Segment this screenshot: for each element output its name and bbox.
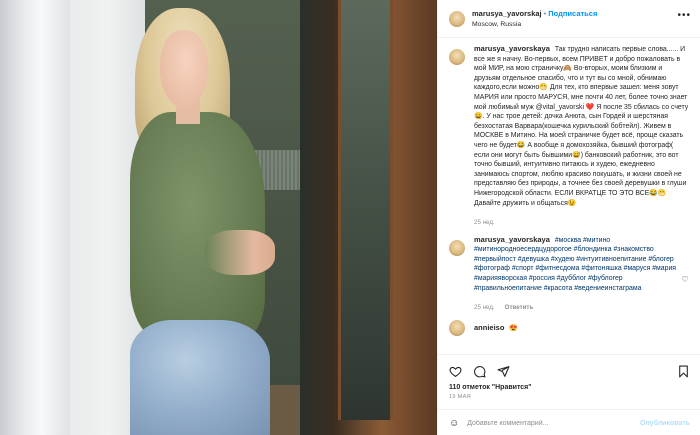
comment-meta: 25 нед. Ответить bbox=[474, 303, 681, 313]
post-date: 19 МАЯ bbox=[449, 394, 472, 400]
comment-text: Так трудно написать первые слова...... И… bbox=[474, 46, 689, 207]
post-photo[interactable] bbox=[0, 0, 437, 435]
photo-jeans bbox=[130, 320, 270, 435]
separator-dot: • bbox=[543, 8, 547, 18]
post-side-panel: marusya_yavorskaj • Подписаться Moscow, Ru… bbox=[437, 0, 700, 435]
hashtag-comment: marusya_yavorskaya #москва #митино #мити… bbox=[438, 235, 700, 313]
smiley-icon[interactable]: ☺ bbox=[449, 418, 459, 429]
comment-icon[interactable] bbox=[473, 365, 486, 378]
post-actions: 110 отметок "Нравится" 19 МАЯ ☺ Опублико… bbox=[438, 354, 700, 435]
post-location[interactable]: Moscow, Russia bbox=[472, 19, 597, 30]
like-comment-heart-icon[interactable]: ♡ bbox=[681, 275, 691, 313]
photo-arm bbox=[205, 230, 275, 275]
commenter-avatar[interactable] bbox=[449, 319, 465, 336]
comment-time[interactable]: 25 нед. bbox=[474, 218, 690, 228]
follow-button[interactable]: Подписаться bbox=[548, 9, 597, 18]
comment-annieiso: annieiso 😍 bbox=[438, 319, 700, 336]
comment-body: annieiso 😍 bbox=[474, 323, 690, 334]
comment-body: marusya_yavorskaya Так трудно написать п… bbox=[474, 44, 690, 228]
commenter-username[interactable]: marusya_yavorskaya bbox=[474, 235, 550, 244]
caption-comment: marusya_yavorskaya Так трудно написать п… bbox=[438, 38, 700, 228]
photo-face bbox=[160, 30, 208, 108]
comments-list[interactable]: marusya_yavorskaya Так трудно написать п… bbox=[438, 38, 700, 354]
publish-button[interactable]: Опубликовать bbox=[640, 420, 690, 427]
share-icon[interactable] bbox=[497, 365, 510, 378]
comment-time[interactable]: 25 нед. bbox=[474, 304, 495, 311]
add-comment-bar: ☺ Опубликовать bbox=[438, 409, 700, 435]
comment-body: marusya_yavorskaya #москва #митино #мити… bbox=[474, 235, 681, 313]
reply-button[interactable]: Ответить bbox=[505, 304, 534, 311]
comment-text: 😍 bbox=[509, 324, 518, 332]
commenter-avatar[interactable] bbox=[449, 49, 465, 65]
commenter-username[interactable]: marusya_yavorskaya bbox=[474, 44, 550, 53]
commenter-avatar[interactable] bbox=[449, 239, 465, 256]
comment-text: #москва #митино #митинородноесердцудорог… bbox=[474, 236, 677, 292]
photo-door-glass bbox=[338, 0, 393, 420]
author-avatar[interactable] bbox=[449, 10, 465, 27]
likes-count[interactable]: 110 отметок "Нравится" bbox=[438, 379, 700, 391]
commenter-username[interactable]: annieiso bbox=[474, 323, 504, 332]
photo-curtain bbox=[0, 0, 70, 435]
bookmark-icon[interactable] bbox=[677, 365, 690, 378]
action-icons bbox=[438, 355, 700, 379]
post-header: marusya_yavorskaj • Подписаться Moscow, Ru… bbox=[438, 0, 700, 38]
heart-icon[interactable] bbox=[449, 365, 462, 378]
more-options-icon[interactable]: ••• bbox=[677, 10, 691, 21]
comment-input[interactable] bbox=[467, 419, 640, 427]
author-username[interactable]: marusya_yavorskaj bbox=[472, 9, 542, 18]
post-author-meta: marusya_yavorskaj • Подписаться Moscow, Ru… bbox=[472, 8, 597, 30]
photo-shirt bbox=[130, 112, 265, 342]
